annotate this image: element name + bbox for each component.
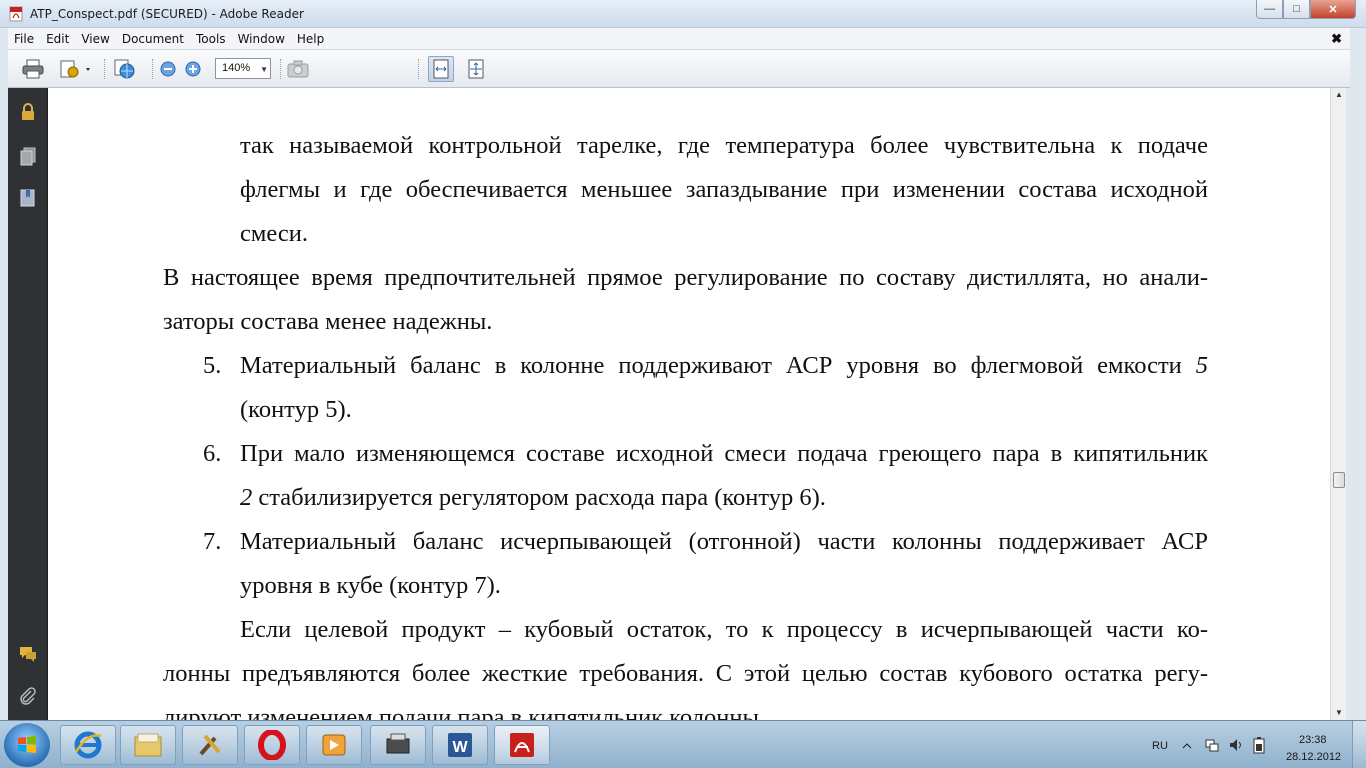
list-item-number: 5. (203, 352, 222, 379)
list-item-number: 6. (203, 440, 222, 467)
zoom-level-select[interactable]: 140% ▼ (215, 58, 271, 79)
zoom-out-icon (160, 61, 176, 77)
print-button[interactable] (20, 58, 46, 80)
tools-icon (199, 734, 221, 756)
menu-file[interactable]: File (8, 32, 40, 46)
paragraph-text-line: Если целевой продукт – кубовый остаток, … (240, 616, 1208, 643)
zoom-in-icon (185, 61, 201, 77)
fit-width-icon (433, 59, 449, 79)
zoom-level-value: 140% (222, 62, 251, 74)
close-icon: ✕ (1328, 3, 1338, 16)
menu-window[interactable]: Window (232, 32, 291, 46)
taskbar-app-tools[interactable] (182, 725, 238, 765)
menu-edit[interactable]: Edit (40, 32, 75, 46)
adobe-pdf-icon (9, 6, 23, 22)
attachments-icon[interactable] (18, 686, 38, 706)
close-button[interactable]: ✕ (1310, 0, 1356, 19)
adobe-reader-icon (510, 733, 534, 757)
maximize-button[interactable]: □ (1283, 0, 1310, 19)
document-text-line: (контур 5). (240, 396, 352, 423)
chevron-up-icon[interactable] (1182, 741, 1192, 751)
language-indicator[interactable]: RU (1152, 740, 1168, 752)
maximize-icon: □ (1293, 3, 1300, 15)
window-frame (1346, 88, 1366, 720)
fit-page-icon (468, 59, 484, 79)
document-text-line: 2 стабилизируется регулятором расхода па… (240, 484, 826, 512)
chevron-down-icon: ▼ (260, 65, 268, 74)
svg-text:W: W (452, 739, 468, 756)
taskbar-media-player[interactable] (306, 725, 362, 765)
globe-document-icon (114, 59, 135, 79)
bookmarks-icon[interactable] (18, 188, 38, 208)
word-icon: W (448, 733, 472, 757)
scrollbar-thumb[interactable] (1333, 472, 1345, 488)
device-icon (386, 733, 410, 754)
list-item-text: Материальный баланс в колонне поддержива… (240, 352, 1208, 380)
comments-icon[interactable] (18, 644, 38, 664)
document-text-line: флегмы и где обеспечивается меньшее запа… (240, 176, 1208, 203)
clock-time[interactable]: 23:38 (1299, 734, 1327, 746)
document-text-line: так называемой контрольной тарелке, где … (240, 132, 1208, 159)
taskbar: W RU 23:38 28.12.2012 (0, 720, 1366, 768)
start-button[interactable] (4, 723, 50, 767)
list-item-number: 7. (203, 528, 222, 555)
document-text-line: В настоящее время предпочтительней прямо… (163, 264, 1208, 291)
vertical-scrollbar[interactable]: ▲ ▼ (1330, 88, 1346, 720)
printer-icon (22, 59, 44, 79)
menu-view[interactable]: View (75, 32, 115, 46)
list-item-text-body: Материальный баланс в колонне поддержива… (240, 352, 1182, 379)
document-page[interactable]: так называемой контрольной тарелке, где … (48, 88, 1330, 720)
navigation-panel (8, 88, 48, 720)
show-desktop-button[interactable] (1352, 721, 1366, 768)
fit-width-button[interactable] (428, 56, 454, 82)
list-item-reference: 2 (240, 484, 253, 511)
document-text-line: смеси. (240, 220, 308, 247)
taskbar-internet-explorer[interactable] (60, 725, 116, 765)
taskbar-opera[interactable] (244, 725, 300, 765)
list-item-text-body: стабилизируется регулятором расхода пара… (252, 484, 826, 511)
zoom-in-button[interactable] (183, 58, 203, 80)
windows-logo-icon (18, 736, 36, 753)
toolbar: 140% ▼ (8, 50, 1350, 88)
media-player-icon (322, 734, 346, 756)
taskbar-explorer[interactable] (120, 725, 176, 765)
scroll-up-arrow-icon[interactable]: ▲ (1331, 88, 1347, 102)
lock-icon[interactable] (18, 102, 38, 122)
scroll-down-arrow-icon[interactable]: ▼ (1331, 706, 1347, 720)
network-icon[interactable] (1204, 737, 1220, 753)
menu-bar: File Edit View Document Tools Window Hel… (8, 28, 1350, 50)
pages-icon[interactable] (18, 146, 38, 166)
collaborate-button[interactable] (110, 58, 140, 80)
menu-tools[interactable]: Tools (190, 32, 232, 46)
folder-icon (134, 733, 162, 757)
zoom-out-button[interactable] (158, 58, 178, 80)
taskbar-word[interactable]: W (432, 725, 488, 765)
document-text-line: уровня в кубе (контур 7). (240, 572, 501, 599)
paragraph-text-line: лонны предъявляются более жесткие требов… (163, 660, 1208, 687)
clock-date[interactable]: 28.12.2012 (1286, 751, 1341, 763)
snapshot-button[interactable] (286, 58, 310, 80)
window-title: ATP_Conspect.pdf (SECURED) - Adobe Reade… (30, 7, 304, 21)
document-share-icon (60, 60, 90, 78)
title-bar[interactable]: ATP_Conspect.pdf (SECURED) - Adobe Reade… (0, 0, 1366, 28)
document-close-button[interactable]: ✖ (1331, 31, 1342, 47)
list-item-reference: 5 (1195, 352, 1208, 379)
document-text-line: заторы состава менее надежны. (163, 308, 493, 335)
fit-page-button[interactable] (464, 58, 488, 80)
list-item-text: При мало изменяющемся составе исходной с… (240, 440, 1208, 467)
taskbar-adobe-reader[interactable] (494, 725, 550, 765)
camera-icon (287, 60, 309, 78)
menu-document[interactable]: Document (116, 32, 190, 46)
paragraph-text-line: лируют изменением подачи пара в кипятиль… (163, 704, 766, 720)
menu-help[interactable]: Help (291, 32, 330, 46)
speaker-icon[interactable] (1228, 737, 1244, 753)
minimize-icon: — (1264, 3, 1275, 15)
list-item-text: Материальный баланс исчерпывающей (отгон… (240, 528, 1208, 555)
minimize-button[interactable]: — (1256, 0, 1283, 19)
taskbar-app-printer[interactable] (370, 725, 426, 765)
battery-icon[interactable] (1253, 736, 1265, 754)
export-button[interactable] (58, 58, 94, 80)
internet-explorer-icon (74, 731, 102, 759)
opera-icon (258, 730, 286, 760)
